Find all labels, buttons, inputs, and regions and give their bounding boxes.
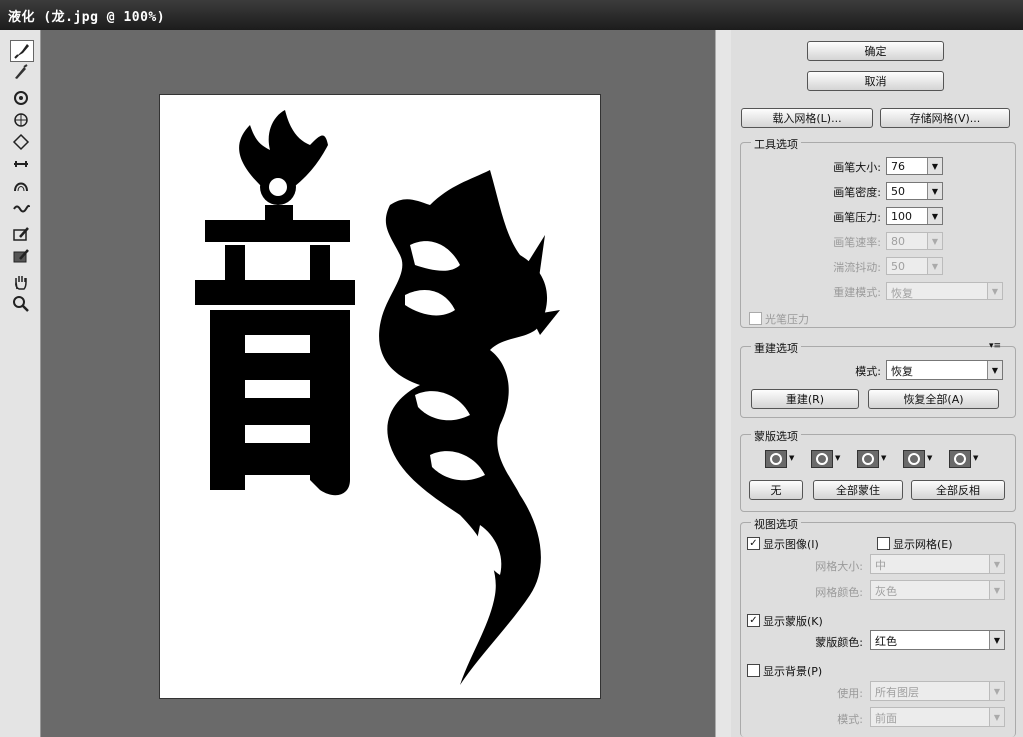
backdrop-mode-select[interactable]: 前面 ▼ xyxy=(870,707,1005,727)
reconstruct-icon[interactable] xyxy=(10,62,32,82)
show-backdrop-checkbox[interactable] xyxy=(747,664,760,677)
brush-rate-field[interactable]: 80 ▼ xyxy=(886,232,943,250)
use-layers-select[interactable]: 所有图层 ▼ xyxy=(870,681,1005,701)
image-canvas[interactable] xyxy=(159,94,601,699)
chevron-down-icon[interactable]: ▼ xyxy=(987,361,1002,379)
save-mesh-button[interactable]: 存储网格(V)... xyxy=(880,108,1010,128)
show-image-checkbox[interactable]: ✓ xyxy=(747,537,760,550)
title-bar: 液化 (龙.jpg @ 100%) xyxy=(0,0,1023,30)
turbulent-jitter-field[interactable]: 50 ▼ xyxy=(886,257,943,275)
show-mesh-checkbox[interactable] xyxy=(877,537,890,550)
chevron-down-icon[interactable]: ▼ xyxy=(989,682,1004,700)
brush-rate-label: 画笔速率: xyxy=(833,236,881,249)
twirl-icon[interactable] xyxy=(10,88,32,108)
show-mesh-label: 显示网格(E) xyxy=(893,538,953,551)
chevron-down-icon[interactable]: ▼ xyxy=(927,183,942,199)
brush-pressure-field[interactable]: 100 ▼ xyxy=(886,207,943,225)
use-label: 使用: xyxy=(837,687,863,700)
push-left-icon[interactable] xyxy=(10,154,32,174)
bloat-icon[interactable] xyxy=(10,132,32,152)
add-to-selection-button[interactable]: ▼ xyxy=(811,450,843,468)
stylus-pressure-label: 光笔压力 xyxy=(765,313,809,326)
mask-color-select[interactable]: 红色 ▼ xyxy=(870,630,1005,650)
restore-all-button[interactable]: 恢复全部(A) xyxy=(868,389,999,409)
brush-pressure-label: 画笔压力: xyxy=(833,211,881,224)
intersect-selection-button[interactable]: ▼ xyxy=(903,450,935,468)
mesh-color-label: 网格颜色: xyxy=(815,586,863,599)
hand-icon[interactable] xyxy=(10,272,32,292)
reconstruct-mode-select-2[interactable]: 恢复 ▼ xyxy=(886,360,1003,380)
panel-menu-icon[interactable]: ▾≡ xyxy=(981,341,1001,351)
mask-options-group: 蒙版选项 xyxy=(740,428,1016,512)
reconstruct-mode-label: 重建模式: xyxy=(833,286,881,299)
invert-selection-button[interactable]: ▼ xyxy=(949,450,981,468)
turbulence-icon[interactable] xyxy=(10,198,32,218)
dragon-artwork xyxy=(195,110,560,685)
preview-area[interactable] xyxy=(41,30,715,737)
vertical-scrollbar[interactable] xyxy=(715,30,732,737)
show-mask-checkbox[interactable]: ✓ xyxy=(747,614,760,627)
mask-mode-row: ▼ ▼ ▼ ▼ ▼ xyxy=(765,450,1005,470)
forward-warp-icon[interactable] xyxy=(10,40,34,62)
thaw-mask-icon[interactable] xyxy=(10,246,32,266)
tool-palette xyxy=(0,30,41,737)
stylus-pressure-checkbox[interactable] xyxy=(749,312,762,325)
show-mask-label: 显示蒙版(K) xyxy=(763,615,823,628)
zoom-icon[interactable] xyxy=(10,294,32,314)
mask-options-title: 蒙版选项 xyxy=(751,428,801,444)
ok-button[interactable]: 确定 xyxy=(807,41,944,61)
mirror-icon[interactable] xyxy=(10,176,32,196)
show-image-label: 显示图像(I) xyxy=(763,538,819,551)
mask-all-button[interactable]: 全部蒙住 xyxy=(813,480,903,500)
brush-density-label: 画笔密度: xyxy=(833,186,881,199)
brush-size-label: 画笔大小: xyxy=(833,161,881,174)
chevron-down-icon[interactable]: ▼ xyxy=(927,233,942,249)
options-panel: 确定 取消 载入网格(L)... 存储网格(V)... 工具选项 画笔大小: 7… xyxy=(731,30,1023,737)
tool-options-title: 工具选项 xyxy=(751,136,801,152)
subtract-selection-button[interactable]: ▼ xyxy=(857,450,889,468)
chevron-down-icon[interactable]: ▼ xyxy=(927,258,942,274)
mesh-size-label: 网格大小: xyxy=(815,560,863,573)
mask-color-label: 蒙版颜色: xyxy=(815,636,863,649)
mask-none-button[interactable]: 无 xyxy=(749,480,803,500)
chevron-down-icon[interactable]: ▼ xyxy=(989,555,1004,573)
pucker-icon[interactable] xyxy=(10,110,32,130)
chevron-down-icon[interactable]: ▼ xyxy=(989,708,1004,726)
show-backdrop-label: 显示背景(P) xyxy=(763,665,823,678)
freeze-mask-icon[interactable] xyxy=(10,224,32,244)
chevron-down-icon[interactable]: ▼ xyxy=(989,631,1004,649)
cancel-button[interactable]: 取消 xyxy=(807,71,944,91)
chevron-down-icon[interactable]: ▼ xyxy=(927,208,942,224)
brush-size-field[interactable]: 76 ▼ xyxy=(886,157,943,175)
reconstruct-options-title: 重建选项 xyxy=(751,340,801,356)
replace-selection-button[interactable]: ▼ xyxy=(765,450,797,468)
reconstruct-button[interactable]: 重建(R) xyxy=(751,389,859,409)
invert-all-button[interactable]: 全部反相 xyxy=(911,480,1005,500)
mesh-size-select[interactable]: 中 ▼ xyxy=(870,554,1005,574)
view-options-title: 视图选项 xyxy=(751,516,801,532)
mesh-color-select[interactable]: 灰色 ▼ xyxy=(870,580,1005,600)
brush-density-field[interactable]: 50 ▼ xyxy=(886,182,943,200)
turbulent-jitter-label: 湍流抖动: xyxy=(833,261,881,274)
backdrop-mode-label: 模式: xyxy=(837,713,863,726)
load-mesh-button[interactable]: 载入网格(L)... xyxy=(741,108,873,128)
chevron-down-icon[interactable]: ▼ xyxy=(987,283,1002,299)
chevron-down-icon[interactable]: ▼ xyxy=(927,158,942,174)
window-title: 液化 (龙.jpg @ 100%) xyxy=(8,10,166,25)
reconstruct-mode-select[interactable]: 恢复 ▼ xyxy=(886,282,1003,300)
chevron-down-icon[interactable]: ▼ xyxy=(989,581,1004,599)
reconstruct-mode-label-2: 模式: xyxy=(855,365,881,378)
